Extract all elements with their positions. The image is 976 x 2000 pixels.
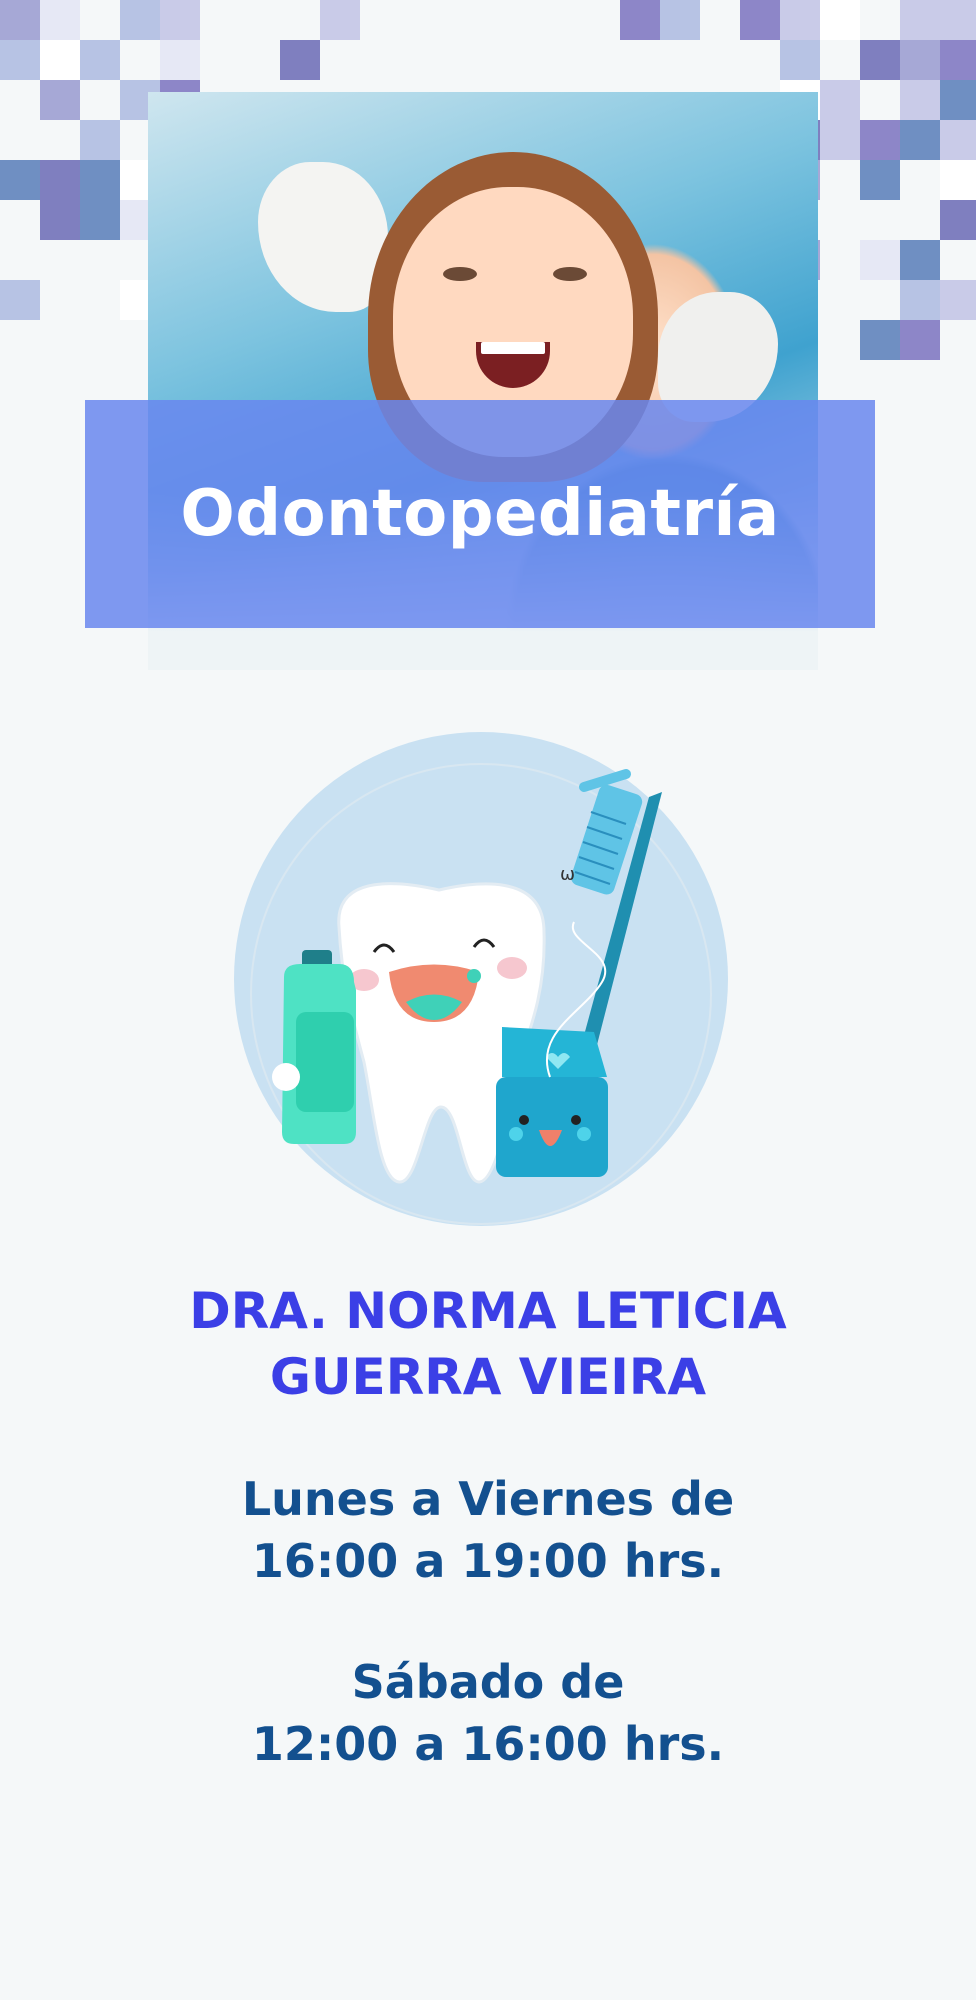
mouthwash-bottle-icon [272,950,356,1144]
mosaic-tile [160,40,200,80]
doctor-name: DRA. NORMA LETICIA GUERRA VIEIRA [0,1278,976,1410]
mosaic-tile [320,0,360,40]
mosaic-tile [900,0,940,40]
doctor-name-line2: GUERRA VIEIRA [269,1348,707,1406]
mosaic-tile [0,160,40,200]
mosaic-tile [940,160,976,200]
mosaic-tile [280,40,320,80]
mosaic-tile [900,240,940,280]
mosaic-tile [0,40,40,80]
mosaic-tile [40,200,80,240]
mosaic-tile [940,280,976,320]
mosaic-tile [40,40,80,80]
child-teeth [481,342,545,354]
mosaic-tile [860,160,900,200]
mosaic-tile [900,80,940,120]
mosaic-tile [940,80,976,120]
mosaic-tile [780,40,820,80]
mosaic-tile [820,80,860,120]
mosaic-tile [900,40,940,80]
mosaic-tile [900,120,940,160]
mosaic-tile [80,40,120,80]
mosaic-tile [860,320,900,360]
saturday-day: Sábado de [351,1655,625,1709]
mosaic-tile [940,200,976,240]
saturday-hours: 12:00 a 16:00 hrs. [251,1717,725,1771]
mosaic-tile [40,160,80,200]
weekday-hours: 16:00 a 19:00 hrs. [251,1534,725,1588]
mosaic-tile [900,320,940,360]
glove-left [258,162,388,312]
mosaic-tile [620,0,660,40]
mosaic-tile [160,0,200,40]
title-band: Odontopediatría [85,400,875,628]
mosaic-tile [80,200,120,240]
mosaic-tile [940,40,976,80]
mosaic-tile [40,80,80,120]
saturday-schedule: Sábado de 12:00 a 16:00 hrs. [0,1651,976,1775]
tooth-illustration: ω [234,732,728,1226]
mosaic-tile [780,0,820,40]
mosaic-tile [860,40,900,80]
mosaic-tile [740,0,780,40]
child-eye-left [443,267,477,281]
mosaic-tile [900,280,940,320]
weekday-days: Lunes a Viernes de [241,1472,735,1526]
mosaic-tile [820,120,860,160]
svg-text:ω: ω [560,864,575,885]
mosaic-tile [940,120,976,160]
child-eye-right [553,267,587,281]
mosaic-tile [0,280,40,320]
mosaic-tile [0,0,40,40]
mosaic-tile [660,0,700,40]
mosaic-tile [120,0,160,40]
doctor-name-line1: DRA. NORMA LETICIA [189,1282,787,1340]
mosaic-tile [940,0,976,40]
mosaic-tile [860,240,900,280]
page-title: Odontopediatría [180,477,780,551]
mosaic-tile [820,0,860,40]
mosaic-tile [80,160,120,200]
mosaic-tile [40,0,80,40]
mosaic-tile [860,120,900,160]
mosaic-tile [80,120,120,160]
weekday-schedule: Lunes a Viernes de 16:00 a 19:00 hrs. [0,1468,976,1592]
